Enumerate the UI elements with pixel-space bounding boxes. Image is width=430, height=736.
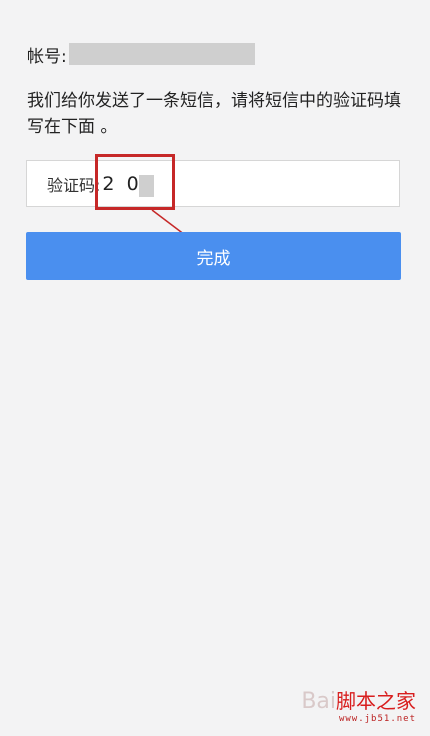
done-button[interactable]: 完成 <box>26 232 401 280</box>
watermark: Bai脚本之家 www.jb51.net <box>301 685 416 724</box>
watermark-url: www.jb51.net <box>338 714 416 724</box>
watermark-prefix: Bai <box>301 689 336 714</box>
watermark-brand: 脚本之家 <box>336 689 416 713</box>
